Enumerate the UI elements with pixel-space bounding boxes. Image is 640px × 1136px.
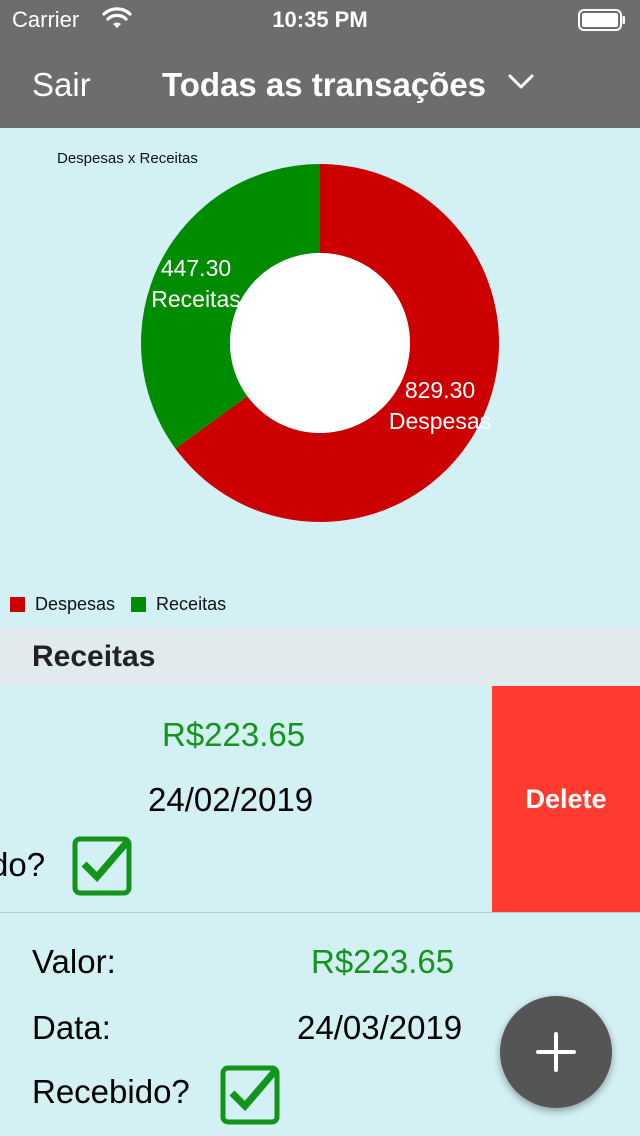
- chart-title: Despesas x Receitas: [57, 150, 198, 167]
- received-label: do?: [0, 846, 46, 883]
- value-label: Valor:: [32, 943, 116, 980]
- transaction-row[interactable]: R$223.65 24/02/2019 do?: [0, 686, 492, 912]
- status-bar: Carrier 10:35 PM: [0, 0, 640, 40]
- transaction-date: 24/02/2019: [148, 781, 314, 818]
- chevron-down-icon: [508, 74, 534, 89]
- slice-value-receitas: 447.30: [161, 255, 231, 281]
- clock: 10:35 PM: [272, 7, 368, 32]
- page-title: Todas as transações: [162, 66, 487, 103]
- slice-label-receitas: Receitas: [151, 286, 240, 312]
- slice-value-despesas: 829.30: [405, 377, 475, 403]
- navigation-bar: Sair Todas as transações: [0, 40, 640, 128]
- section-title: Receitas: [32, 640, 156, 673]
- section-header: Receitas: [0, 628, 640, 686]
- received-label: Recebido?: [32, 1073, 190, 1110]
- date-label: Data:: [32, 1009, 111, 1046]
- transaction-filter-dropdown[interactable]: Todas as transações: [162, 66, 534, 104]
- chart-legend: Despesas Receitas: [10, 594, 242, 615]
- delete-button[interactable]: Delete: [492, 686, 640, 912]
- checkbox-checked-icon[interactable]: [220, 1063, 282, 1125]
- transaction-date: 24/03/2019: [297, 1009, 463, 1046]
- plus-icon: [536, 1032, 576, 1072]
- add-transaction-button[interactable]: [500, 996, 612, 1108]
- legend-item-receitas: Receitas: [131, 594, 226, 615]
- sair-button[interactable]: Sair: [32, 66, 91, 104]
- legend-swatch-despesas: [10, 597, 25, 612]
- legend-item-despesas: Despesas: [10, 594, 115, 615]
- legend-label-despesas: Despesas: [35, 594, 116, 614]
- donut-hole: [230, 253, 410, 433]
- transaction-value: R$223.65: [162, 716, 306, 753]
- checkbox-checked-icon[interactable]: [72, 834, 134, 896]
- slice-label-despesas: Despesas: [389, 408, 491, 434]
- legend-swatch-receitas: [131, 597, 147, 612]
- chart-panel: 829.30 Despesas 447.30 Receitas Despesas x …: [0, 128, 640, 628]
- transaction-value: R$223.65: [311, 943, 455, 980]
- battery-icon: [578, 9, 625, 31]
- legend-label-receitas: Receitas: [156, 594, 227, 614]
- donut-chart: 829.30 Despesas 447.30 Receitas: [140, 164, 499, 522]
